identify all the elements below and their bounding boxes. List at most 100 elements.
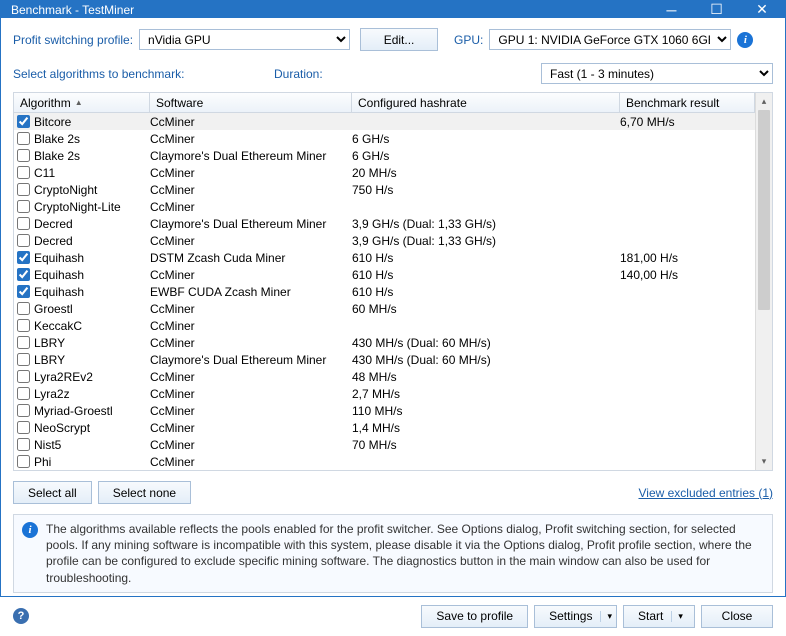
cell-algorithm: LBRY — [32, 336, 150, 350]
info-text: The algorithms available reflects the po… — [46, 521, 764, 586]
scroll-thumb[interactable] — [758, 110, 770, 310]
maximize-button[interactable]: ☐ — [694, 1, 739, 18]
table-row[interactable]: NeoScryptCcMiner1,4 MH/s — [14, 419, 755, 436]
row-checkbox[interactable] — [17, 455, 30, 468]
cell-algorithm: Lyra2z — [32, 387, 150, 401]
cell-software: Claymore's Dual Ethereum Miner — [150, 217, 352, 231]
profile-select[interactable]: nVidia GPU — [139, 29, 350, 50]
table-row[interactable]: LBRYCcMiner430 MH/s (Dual: 60 MH/s) — [14, 334, 755, 351]
row-checkbox[interactable] — [17, 132, 30, 145]
row-checkbox[interactable] — [17, 268, 30, 281]
table-row[interactable]: Lyra2zCcMiner2,7 MH/s — [14, 385, 755, 402]
table-row[interactable]: DecredClaymore's Dual Ethereum Miner3,9 … — [14, 215, 755, 232]
save-to-profile-button[interactable]: Save to profile — [421, 605, 528, 628]
table-row[interactable]: EquihashDSTM Zcash Cuda Miner610 H/s181,… — [14, 249, 755, 266]
table-row[interactable]: KeccakCCcMiner — [14, 317, 755, 334]
table-row[interactable]: GroestlCcMiner60 MH/s — [14, 300, 755, 317]
cell-software: CcMiner — [150, 115, 352, 129]
table-row[interactable]: EquihashCcMiner610 H/s140,00 H/s — [14, 266, 755, 283]
edit-button[interactable]: Edit... — [360, 28, 438, 51]
col-algorithm[interactable]: Algorithm▲ — [14, 93, 150, 112]
scroll-down-icon[interactable]: ▾ — [756, 453, 772, 470]
table-row[interactable]: Blake 2sClaymore's Dual Ethereum Miner6 … — [14, 147, 755, 164]
info-box: i The algorithms available reflects the … — [13, 514, 773, 593]
table-row[interactable]: Myriad-GroestlCcMiner110 MH/s — [14, 402, 755, 419]
row-checkbox[interactable] — [17, 149, 30, 162]
row-checkbox-cell — [14, 438, 32, 451]
row-checkbox-cell — [14, 251, 32, 264]
cell-algorithm: Blake 2s — [32, 132, 150, 146]
start-button[interactable]: Start▾ — [623, 605, 695, 628]
row-checkbox[interactable] — [17, 217, 30, 230]
row-checkbox[interactable] — [17, 200, 30, 213]
table-row[interactable]: Lyra2REv2CcMiner48 MH/s — [14, 368, 755, 385]
help-icon[interactable]: ? — [13, 608, 29, 624]
cell-software: CcMiner — [150, 319, 352, 333]
scrollbar[interactable]: ▴ ▾ — [755, 93, 772, 470]
col-benchmark[interactable]: Benchmark result — [620, 93, 755, 112]
row-checkbox[interactable] — [17, 285, 30, 298]
cell-hashrate: 70 MH/s — [352, 438, 620, 452]
row-checkbox[interactable] — [17, 302, 30, 315]
view-excluded-link[interactable]: View excluded entries (1) — [638, 486, 773, 500]
cell-software: DSTM Zcash Cuda Miner — [150, 251, 352, 265]
info-icon[interactable]: i — [737, 32, 753, 48]
table-row[interactable]: LBRYClaymore's Dual Ethereum Miner430 MH… — [14, 351, 755, 368]
row-checkbox-cell — [14, 200, 32, 213]
cell-software: CcMiner — [150, 183, 352, 197]
cell-hashrate: 430 MH/s (Dual: 60 MH/s) — [352, 353, 620, 367]
cell-software: CcMiner — [150, 336, 352, 350]
cell-algorithm: CryptoNight-Lite — [32, 200, 150, 214]
close-window-button[interactable]: ✕ — [739, 1, 785, 18]
cell-software: CcMiner — [150, 132, 352, 146]
row-checkbox[interactable] — [17, 319, 30, 332]
cell-hashrate: 610 H/s — [352, 251, 620, 265]
gpu-select[interactable]: GPU 1: NVIDIA GeForce GTX 1060 6GB — [489, 29, 731, 50]
cell-hashrate: 610 H/s — [352, 285, 620, 299]
profile-label: Profit switching profile: — [13, 33, 133, 47]
table-row[interactable]: CryptoNightCcMiner750 H/s — [14, 181, 755, 198]
row-checkbox-cell — [14, 115, 32, 128]
col-hashrate[interactable]: Configured hashrate — [352, 93, 620, 112]
duration-select[interactable]: Fast (1 - 3 minutes) — [541, 63, 773, 84]
cell-hashrate: 610 H/s — [352, 268, 620, 282]
select-all-button[interactable]: Select all — [13, 481, 92, 504]
select-none-button[interactable]: Select none — [98, 481, 191, 504]
cell-hashrate: 60 MH/s — [352, 302, 620, 316]
close-button[interactable]: Close — [701, 605, 773, 628]
cell-algorithm: Nist5 — [32, 438, 150, 452]
row-checkbox[interactable] — [17, 251, 30, 264]
row-checkbox[interactable] — [17, 438, 30, 451]
table-row[interactable]: CryptoNight-LiteCcMiner — [14, 198, 755, 215]
cell-hashrate: 1,4 MH/s — [352, 421, 620, 435]
titlebar: Benchmark - TestMiner ─ ☐ ✕ — [1, 1, 785, 18]
content-area: Profit switching profile: nVidia GPU Edi… — [1, 18, 785, 636]
row-checkbox[interactable] — [17, 234, 30, 247]
table-row[interactable]: Blake 2sCcMiner6 GH/s — [14, 130, 755, 147]
row-checkbox[interactable] — [17, 115, 30, 128]
row-checkbox[interactable] — [17, 404, 30, 417]
table-row[interactable]: Nist5CcMiner70 MH/s — [14, 436, 755, 453]
info-icon: i — [22, 522, 38, 538]
scroll-up-icon[interactable]: ▴ — [756, 93, 772, 110]
cell-algorithm: Equihash — [32, 268, 150, 282]
row-checkbox[interactable] — [17, 387, 30, 400]
row-checkbox[interactable] — [17, 370, 30, 383]
cell-algorithm: LBRY — [32, 353, 150, 367]
table-row[interactable]: C11CcMiner20 MH/s — [14, 164, 755, 181]
cell-software: CcMiner — [150, 370, 352, 384]
row-checkbox[interactable] — [17, 353, 30, 366]
minimize-button[interactable]: ─ — [649, 1, 694, 18]
table-row[interactable]: DecredCcMiner3,9 GH/s (Dual: 1,33 GH/s) — [14, 232, 755, 249]
row-checkbox-cell — [14, 370, 32, 383]
row-checkbox[interactable] — [17, 183, 30, 196]
row-checkbox[interactable] — [17, 336, 30, 349]
table-row[interactable]: PhiCcMiner — [14, 453, 755, 470]
settings-button[interactable]: Settings▾ — [534, 605, 617, 628]
table-row[interactable]: EquihashEWBF CUDA Zcash Miner610 H/s — [14, 283, 755, 300]
col-software[interactable]: Software — [150, 93, 352, 112]
row-checkbox[interactable] — [17, 166, 30, 179]
row-checkbox[interactable] — [17, 421, 30, 434]
table-row[interactable]: BitcoreCcMiner6,70 MH/s — [14, 113, 755, 130]
row-checkbox-cell — [14, 268, 32, 281]
